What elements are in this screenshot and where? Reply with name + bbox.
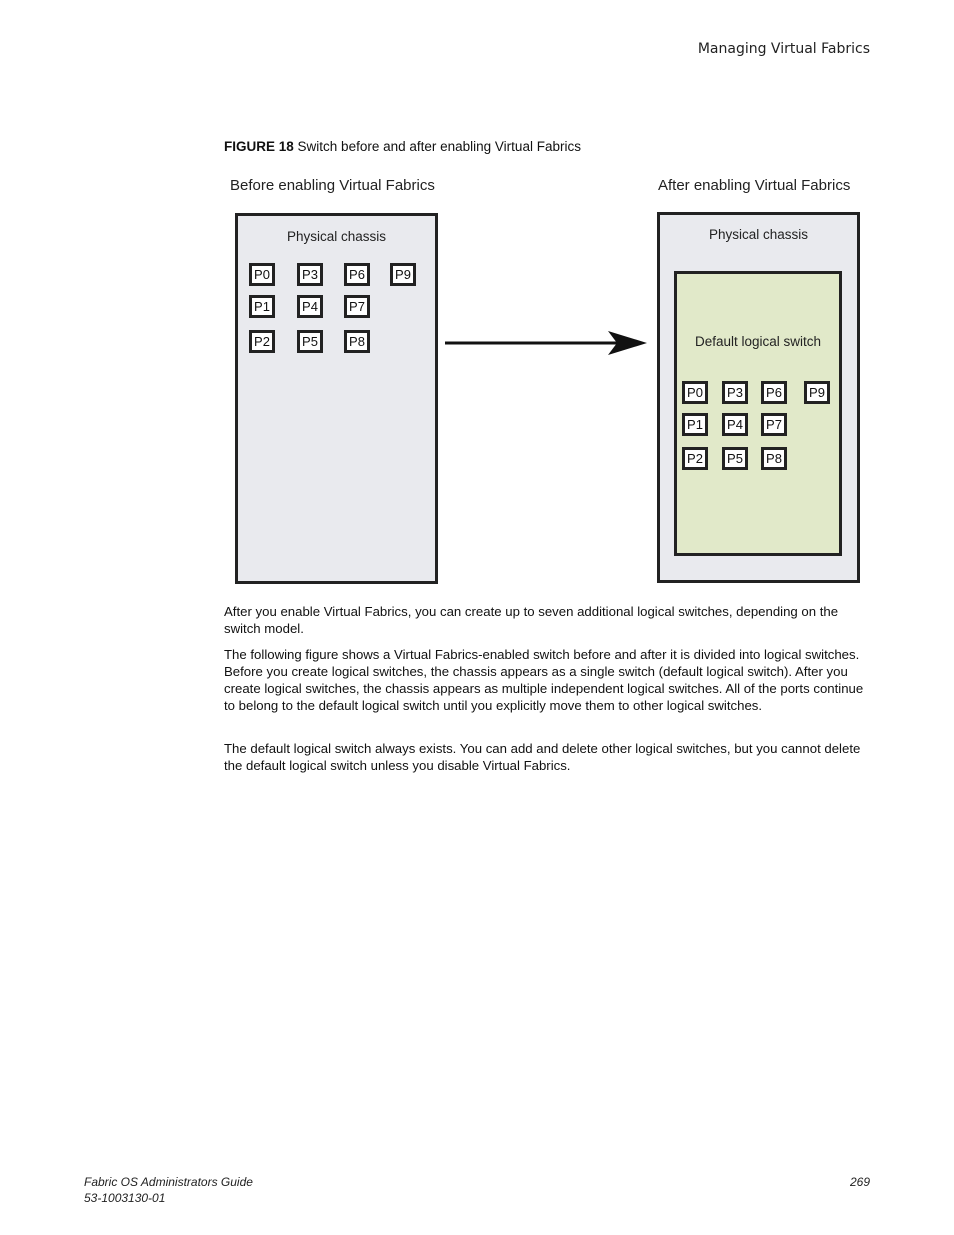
paragraph-3: The default logical switch always exists… (224, 741, 861, 773)
footer-doc-title: Fabric OS Administrators Guide (84, 1175, 253, 1189)
before-title: Before enabling Virtual Fabrics (230, 177, 435, 194)
footer-doc-number: 53-1003130-01 (84, 1191, 166, 1205)
paragraph-1: After you enable Virtual Fabrics, you ca… (224, 604, 839, 636)
before-chassis-label: Physical chassis (286, 229, 387, 244)
after-chassis-label: Physical chassis (708, 227, 809, 242)
default-logical-switch-label: Default logical switch (694, 334, 822, 349)
before-port-p8: P8 (344, 330, 370, 353)
after-port-p6: P6 (761, 381, 787, 404)
after-port-p5: P5 (722, 447, 748, 470)
after-physical-chassis: Physical chassis Default logical switch … (657, 212, 860, 583)
default-logical-switch: Default logical switch P0 P1 P2 P3 P4 P5… (674, 271, 842, 556)
before-port-p3: P3 (297, 263, 323, 286)
before-physical-chassis: Physical chassis P0 P1 P2 P3 P4 P5 P6 P7… (235, 213, 438, 584)
after-title: After enabling Virtual Fabrics (658, 177, 851, 194)
before-port-p0: P0 (249, 263, 275, 286)
before-port-p6: P6 (344, 263, 370, 286)
before-port-p7: P7 (344, 295, 370, 318)
after-port-p3: P3 (722, 381, 748, 404)
before-port-p4: P4 (297, 295, 323, 318)
figure-caption-text: Switch before and after enabling Virtual… (297, 139, 581, 154)
before-port-p9: P9 (390, 263, 416, 286)
before-port-p2: P2 (249, 330, 275, 353)
paragraph-2: The following figure shows a Virtual Fab… (224, 647, 864, 713)
after-port-p0: P0 (682, 381, 708, 404)
after-port-p1: P1 (682, 413, 708, 436)
running-header: Managing Virtual Fabrics (697, 41, 870, 57)
figure-caption: FIGURE 18 Switch before and after enabli… (224, 139, 581, 154)
after-port-p8: P8 (761, 447, 787, 470)
after-port-p9: P9 (804, 381, 830, 404)
before-port-p1: P1 (249, 295, 275, 318)
figure-label: FIGURE 18 (224, 139, 294, 154)
transition-arrow-icon (445, 331, 647, 355)
after-port-p7: P7 (761, 413, 787, 436)
footer-page-number: 269 (849, 1175, 870, 1189)
before-port-p5: P5 (297, 330, 323, 353)
after-port-p2: P2 (682, 447, 708, 470)
after-port-p4: P4 (722, 413, 748, 436)
